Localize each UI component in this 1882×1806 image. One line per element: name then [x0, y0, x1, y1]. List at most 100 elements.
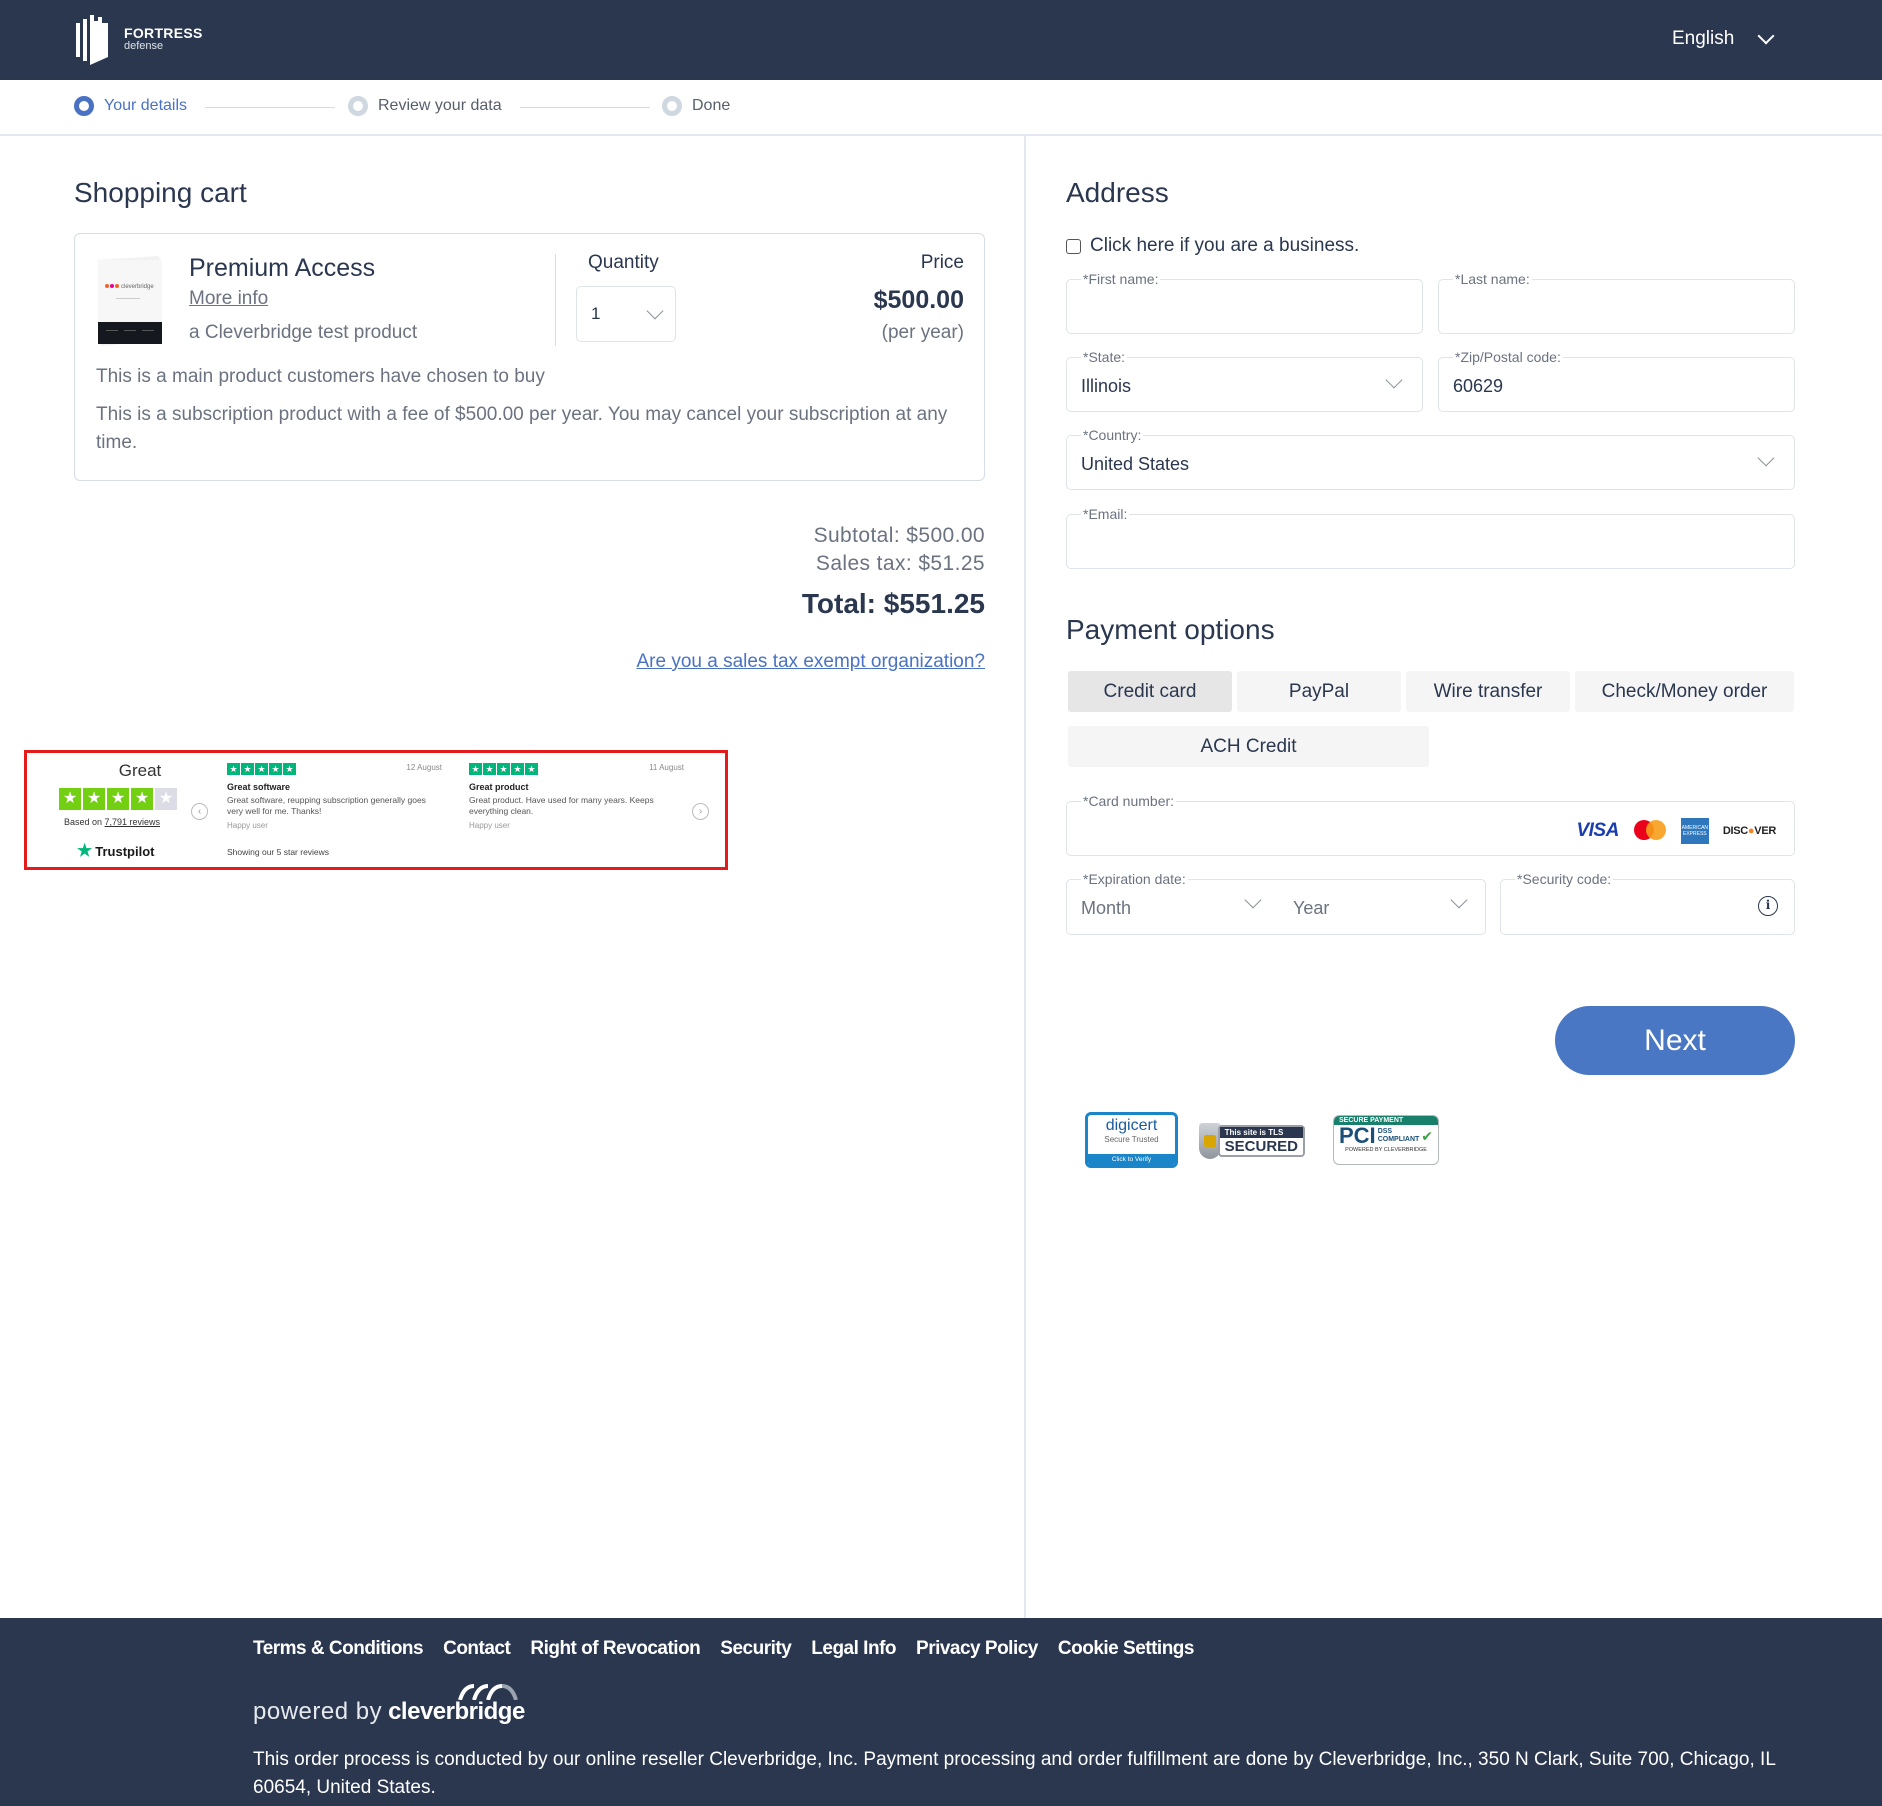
star-icon: ★ [483, 763, 496, 775]
product-price: $500.00 [873, 286, 964, 314]
discover-icon: DISC●VER [1722, 825, 1776, 837]
star-icon: ★ [107, 788, 129, 810]
info-icon[interactable]: i [1758, 896, 1778, 916]
last-name-label: *Last name: [1453, 271, 1532, 287]
pci-big-text: PCI [1339, 1123, 1376, 1148]
trustpilot-based-on: Based on 7,791 reviews [47, 817, 177, 827]
star-icon: ★ [469, 763, 482, 775]
cart-item: cleverbridge Premium Access More info a … [74, 233, 985, 481]
star-icon: ★ [511, 763, 524, 775]
email-field[interactable]: *Email: [1066, 506, 1795, 569]
card-number-label: *Card number: [1081, 793, 1177, 809]
checkmark-shield-icon: ✔ [1421, 1127, 1434, 1144]
last-name-field[interactable]: *Last name: [1438, 271, 1795, 334]
carousel-prev-button[interactable]: ‹ [191, 803, 208, 820]
footer-link-terms[interactable]: Terms & Conditions [253, 1638, 424, 1660]
tls-top-text: This site is TLS [1219, 1127, 1303, 1138]
tab-check-money-order[interactable]: Check/Money order [1575, 671, 1794, 712]
country-select[interactable]: *Country: United States [1066, 427, 1795, 490]
expiration-month-select[interactable]: Month [1067, 880, 1279, 934]
fortress-castle-icon [76, 15, 108, 65]
pci-bottom-text: POWERED BY CLEVERBRIDGE [1345, 1147, 1427, 1153]
chevron-down-icon [1757, 27, 1775, 45]
review-card: ★ ★ ★ ★ ★ 11 August Great product Great prod… [469, 763, 684, 830]
footer-link-security[interactable]: Security [720, 1638, 791, 1660]
star-icon: ★ [59, 788, 81, 810]
tab-paypal[interactable]: PayPal [1237, 671, 1401, 712]
cleverbridge-logo: cleverbridge [388, 1684, 525, 1726]
zip-label: *Zip/Postal code: [1453, 349, 1563, 365]
cleverbridge-brand: cleverbridge [388, 1698, 525, 1725]
card-number-field[interactable]: *Card number: VISA AMERICAN EXPRESS DISC… [1066, 793, 1795, 856]
next-button[interactable]: Next [1555, 1006, 1795, 1075]
star-icon: ★ [131, 788, 153, 810]
pci-dss: DSS [1377, 1128, 1393, 1135]
review-title: Great product [469, 782, 529, 792]
business-checkbox-row[interactable]: Click here if you are a business. [1066, 235, 1359, 257]
zip-value: 60629 [1453, 376, 1504, 396]
cleverbridge-arcs-icon [458, 1684, 519, 1700]
powered-by-cleverbridge: powered by cleverbridge [253, 1684, 525, 1726]
fortress-logo[interactable]: FORTRESS defense [74, 12, 204, 66]
trustpilot-showing-text: Showing our 5 star reviews [227, 847, 330, 857]
review-date: 12 August [406, 763, 442, 772]
price-label: Price [920, 252, 964, 273]
state-value: Illinois [1081, 376, 1132, 396]
step-connector [205, 107, 335, 108]
first-name-field[interactable]: *First name: [1066, 271, 1423, 334]
review-text: Great product. Have used for many years.… [469, 795, 654, 816]
state-label: *State: [1081, 349, 1128, 365]
footer-links: Terms & Conditions Contact Right of Revo… [253, 1638, 1194, 1660]
product-box-image: cleverbridge [96, 256, 164, 346]
column-divider [1024, 136, 1026, 1618]
tab-credit-card[interactable]: Credit card [1068, 671, 1232, 712]
zip-field[interactable]: *Zip/Postal code: 60629 [1438, 349, 1795, 412]
step-connector [520, 107, 650, 108]
footer-link-privacy[interactable]: Privacy Policy [916, 1638, 1038, 1660]
step-pending-icon [662, 96, 682, 116]
tab-wire-transfer[interactable]: Wire transfer [1406, 671, 1570, 712]
star-icon: ★ [283, 763, 296, 775]
amex-icon: AMERICAN EXPRESS [1680, 818, 1709, 844]
tab-ach-credit[interactable]: ACH Credit [1068, 726, 1429, 767]
star-icon: ★ [497, 763, 510, 775]
business-checkbox[interactable] [1066, 238, 1081, 254]
security-code-field[interactable]: *Security code: i [1500, 871, 1795, 935]
country-value: United States [1081, 454, 1190, 474]
expiration-date-field: *Expiration date: Month Year [1066, 871, 1486, 935]
tls-secured-badge: This site is TLS SECURED [1199, 1120, 1305, 1162]
footer-link-legal-info[interactable]: Legal Info [811, 1638, 896, 1660]
step-label: Review your data [378, 97, 502, 114]
reviews-count-link[interactable]: 7,791 reviews [105, 817, 161, 827]
tax-exempt-link[interactable]: Are you a sales tax exempt organization? [636, 651, 985, 673]
subtotal: Subtotal: $500.00 [813, 524, 985, 547]
checkout-steps: Your details Review your data Done [0, 80, 1882, 136]
email-label: *Email: [1081, 506, 1130, 522]
star-icon: ★ [255, 763, 268, 775]
footer-link-cookies[interactable]: Cookie Settings [1058, 1638, 1195, 1660]
footer-link-revocation[interactable]: Right of Revocation [530, 1638, 700, 1660]
star-icon: ★ [241, 763, 254, 775]
digicert-badge[interactable]: digicert Secure Trusted Click to Verify [1085, 1112, 1178, 1168]
mastercard-icon [1633, 819, 1667, 843]
chevron-down-icon [1757, 449, 1775, 467]
footer-link-contact[interactable]: Contact [443, 1638, 511, 1660]
month-placeholder: Month [1081, 898, 1132, 918]
product-name: Premium Access [189, 254, 376, 282]
tls-bottom-text: SECURED [1224, 1138, 1298, 1155]
carousel-next-button[interactable]: › [692, 803, 709, 820]
product-description: This is a main product customers have ch… [96, 366, 545, 387]
state-select[interactable]: *State: Illinois [1066, 349, 1423, 412]
security-code-label: *Security code: [1515, 871, 1614, 887]
language-selector[interactable]: English [1672, 24, 1775, 54]
expiration-year-select[interactable]: Year [1279, 880, 1485, 934]
trustpilot-logo[interactable]: ★ Trustpilot [77, 841, 154, 861]
quantity-select[interactable]: 1 [576, 286, 676, 342]
review-author: Happy user [227, 821, 268, 830]
trustpilot-star-icon: ★ [77, 841, 93, 860]
chevron-down-icon [1450, 891, 1468, 909]
cart-separator [555, 254, 556, 346]
shopping-cart-title: Shopping cart [74, 177, 247, 208]
more-info-link[interactable]: More info [189, 288, 268, 310]
step-done: Done [662, 96, 730, 116]
